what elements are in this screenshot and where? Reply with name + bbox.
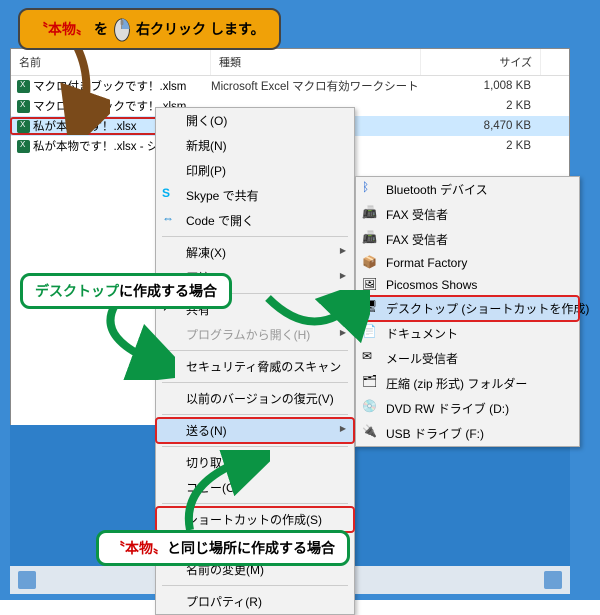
callout-quote: 〝本物〟 — [34, 19, 90, 39]
arrow-green-down — [85, 300, 175, 380]
arrow-green-up2 — [170, 450, 270, 540]
xlsx-icon — [17, 120, 30, 133]
dvd-icon: 💿 — [362, 399, 377, 414]
sendto-fax[interactable]: 📠FAX 受信者 — [356, 202, 579, 227]
arrow-green-up — [260, 290, 370, 350]
skype-icon: S — [162, 186, 177, 201]
mouse-icon — [112, 16, 132, 42]
callout-desktop-case: デスクトップに作成する場合 — [20, 273, 232, 309]
sendto-zip[interactable]: 🗂圧縮 (zip 形式) フォルダー — [356, 371, 579, 396]
menu-separator — [162, 446, 348, 447]
usb-icon: 🔌 — [362, 424, 377, 439]
canvas: 〝本物〟 を 右クリック します。 名前 種類 サイズ マクロ付きブックです！.… — [0, 0, 600, 600]
taskbar-icon[interactable] — [544, 571, 562, 589]
sendto-usb[interactable]: 🔌USB ドライブ (F:) — [356, 421, 579, 446]
menu-code[interactable]: ⇔Code で開く — [156, 208, 354, 233]
menu-separator — [162, 236, 348, 237]
menu-restore[interactable]: 以前のバージョンの復元(V) — [156, 386, 354, 411]
fax-icon: 📠 — [362, 205, 377, 220]
sendto-formatfactory[interactable]: 📦Format Factory — [356, 252, 579, 274]
zip-icon: 🗂 — [362, 374, 377, 389]
menu-skype[interactable]: SSkype で共有 — [156, 183, 354, 208]
menu-properties[interactable]: プロパティ(R) — [156, 589, 354, 614]
ff-icon: 📦 — [362, 255, 377, 270]
xlsm-icon — [17, 80, 30, 93]
sendto-bluetooth[interactable]: ᛒBluetooth デバイス — [356, 177, 579, 202]
menu-separator — [162, 585, 348, 586]
menu-new[interactable]: 新規(N) — [156, 133, 354, 158]
taskbar-icon[interactable] — [18, 571, 36, 589]
column-kind[interactable]: 種類 — [211, 49, 421, 75]
menu-separator — [162, 350, 348, 351]
column-size[interactable]: サイズ — [421, 49, 541, 75]
menu-print[interactable]: 印刷(P) — [156, 158, 354, 183]
callout-sameplace-case: 〝本物〟と同じ場所に作成する場合 — [96, 530, 350, 566]
menu-separator — [162, 382, 348, 383]
arrow-brown — [50, 35, 110, 135]
menu-separator — [162, 414, 348, 415]
menu-send[interactable]: 送る(N) — [156, 418, 354, 443]
callout-rightclick: 〝本物〟 を 右クリック します。 — [18, 8, 281, 50]
menu-thaw[interactable]: 解凍(X) — [156, 240, 354, 265]
code-icon: ⇔ — [162, 211, 177, 226]
sendto-desktop[interactable]: 🖥デスクトップ (ショートカットを作成) — [356, 296, 579, 321]
sendto-documents[interactable]: 📄ドキュメント — [356, 321, 579, 346]
menu-scan[interactable]: ◐セキュリティ脅威のスキャン — [156, 354, 354, 379]
bluetooth-icon: ᛒ — [362, 180, 377, 195]
xlsx-icon — [17, 140, 30, 153]
mail-icon: ✉ — [362, 349, 377, 364]
sendto-fax[interactable]: 📠FAX 受信者 — [356, 227, 579, 252]
sendto-mail[interactable]: ✉メール受信者 — [356, 346, 579, 371]
menu-open[interactable]: 開く(O) — [156, 108, 354, 133]
xlsm-icon — [17, 100, 30, 113]
fax-icon: 📠 — [362, 230, 377, 245]
sendto-submenu: ᛒBluetooth デバイス 📠FAX 受信者 📠FAX 受信者 📦Forma… — [355, 176, 580, 447]
column-name[interactable]: 名前 — [11, 49, 211, 75]
sendto-dvd[interactable]: 💿DVD RW ドライブ (D:) — [356, 396, 579, 421]
sendto-picosmos[interactable]: 🖼Picosmos Shows — [356, 274, 579, 296]
